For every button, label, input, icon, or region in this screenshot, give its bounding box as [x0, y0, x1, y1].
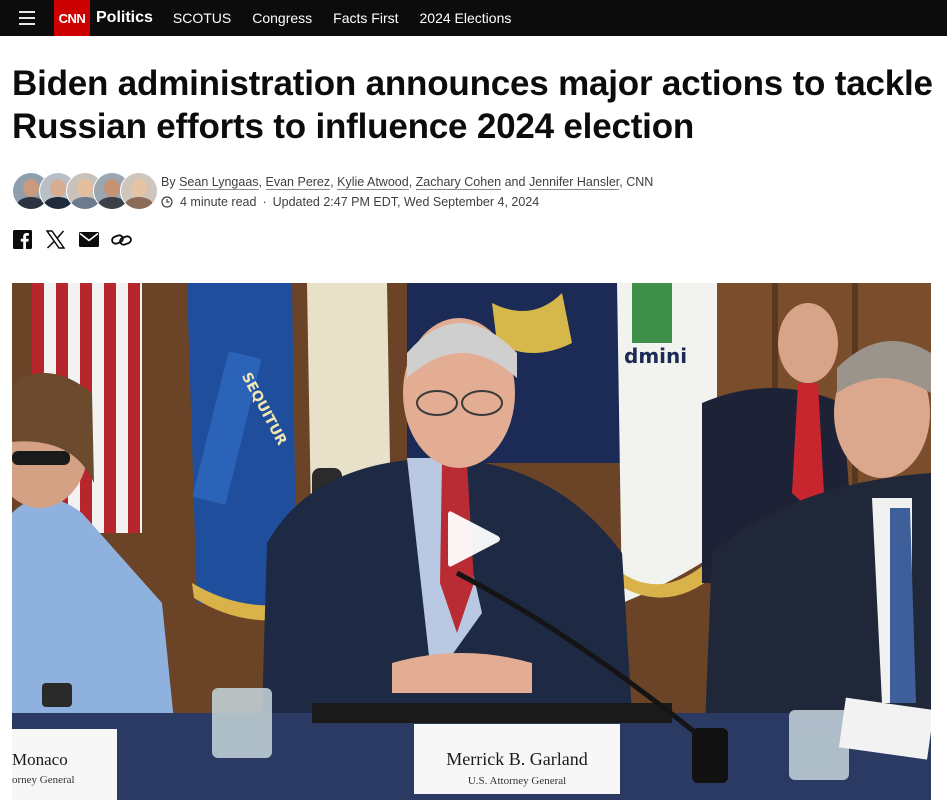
play-icon[interactable]: [446, 508, 502, 570]
placard-title: orney General: [12, 774, 75, 786]
placard-name: Merrick B. Garland: [446, 749, 587, 769]
link-icon[interactable]: [111, 229, 132, 250]
read-time: 4 minute read: [180, 195, 257, 209]
nav-links: SCOTUS Congress Facts First 2024 Electio…: [173, 10, 532, 26]
author-link[interactable]: Sean Lyngaas: [179, 175, 259, 190]
email-icon[interactable]: [78, 229, 99, 250]
updated-timestamp: Updated 2:47 PM EDT, Wed September 4, 20…: [272, 195, 540, 209]
top-nav: CNN Politics SCOTUS Congress Facts First…: [0, 0, 947, 36]
nav-link-facts-first[interactable]: Facts First: [333, 10, 398, 26]
section-title[interactable]: Politics: [96, 9, 153, 27]
avatar[interactable]: [120, 172, 158, 210]
byline-separator: ,: [330, 175, 334, 189]
byline-separator: ,: [408, 175, 413, 189]
cnn-logo[interactable]: CNN: [54, 0, 90, 36]
byline-separator: ,: [619, 175, 623, 189]
author-link[interactable]: Kylie Atwood: [337, 175, 409, 190]
author-avatars: [12, 172, 158, 210]
article-headline: Biden administration announces major act…: [12, 64, 933, 146]
author-link[interactable]: Jennifer Hansler: [528, 175, 620, 190]
placard-title: U.S. Attorney General: [468, 775, 566, 787]
byline-source: CNN: [626, 175, 654, 189]
nav-link-congress[interactable]: Congress: [252, 10, 312, 26]
author-link[interactable]: Evan Perez: [265, 175, 331, 190]
video-player[interactable]: SEQUITUR dmini Merrick B. Garland U.S. A…: [12, 283, 931, 800]
share-bar: [12, 229, 132, 250]
byline: By Sean Lyngaas, Evan Perez, Kylie Atwoo…: [161, 175, 654, 190]
meta-separator: ·: [262, 195, 267, 209]
nav-link-2024-elections[interactable]: 2024 Elections: [420, 10, 512, 26]
byline-and: and: [504, 175, 526, 189]
facebook-icon[interactable]: [12, 229, 33, 250]
article-meta: 4 minute read · Updated 2:47 PM EDT, Wed…: [161, 195, 539, 209]
author-link[interactable]: Zachary Cohen: [415, 175, 502, 190]
byline-separator: ,: [258, 175, 263, 189]
flag-text: dmini: [624, 344, 687, 368]
menu-icon[interactable]: [0, 0, 54, 36]
x-icon[interactable]: [45, 229, 66, 250]
nav-link-scotus[interactable]: SCOTUS: [173, 10, 231, 26]
placard-name: Monaco: [12, 750, 68, 769]
byline-prefix: By: [161, 175, 176, 189]
clock-icon: [161, 196, 173, 208]
